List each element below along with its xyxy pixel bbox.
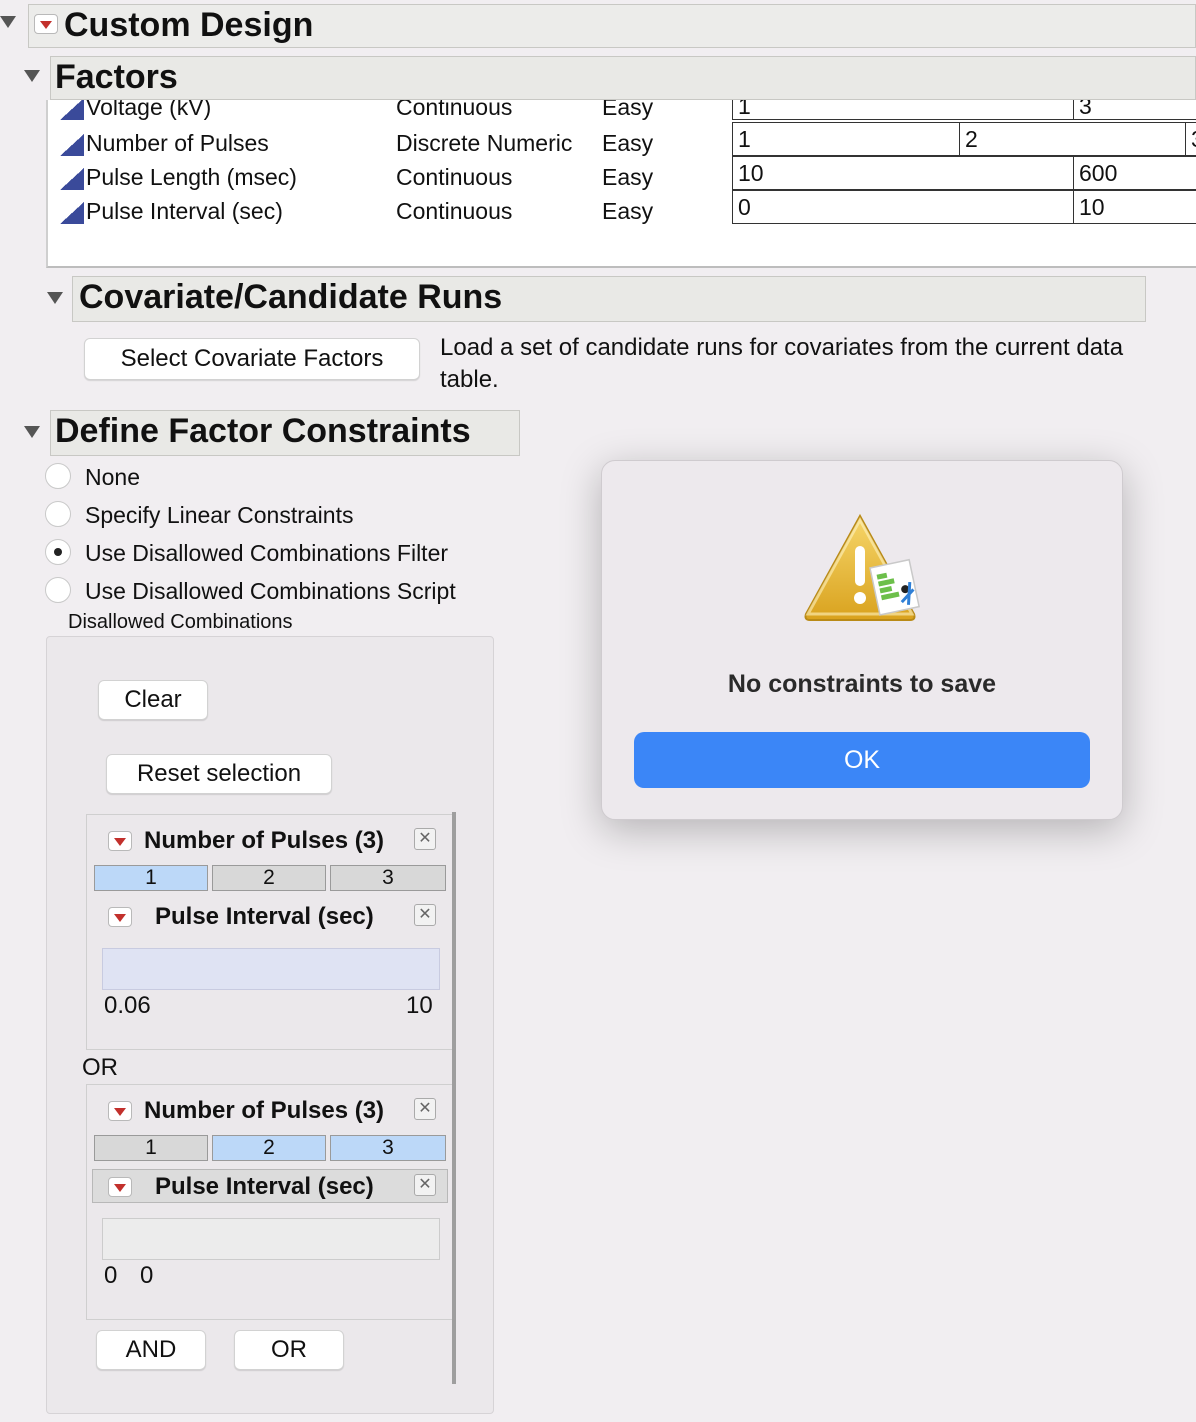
pulse-interval-filter-title: Pulse Interval (sec) bbox=[155, 903, 374, 930]
factors-title: Factors bbox=[55, 58, 178, 96]
factor-role: Continuous bbox=[396, 164, 513, 190]
factor-changes: Easy bbox=[602, 198, 654, 224]
alert-message: No constraints to save bbox=[727, 670, 997, 698]
factor-name[interactable]: Pulse Interval (sec) bbox=[86, 198, 283, 225]
radio-none[interactable] bbox=[45, 463, 71, 489]
custom-design-title: Custom Design bbox=[64, 6, 314, 44]
level-button-3[interactable]: 3 bbox=[330, 865, 446, 891]
pulse-interval-range-slider[interactable] bbox=[102, 1218, 440, 1260]
radio-linear-constraints[interactable] bbox=[45, 501, 71, 527]
factor-value-cell[interactable]: 3 bbox=[1185, 122, 1196, 156]
radio-disallowed-filter[interactable] bbox=[45, 539, 71, 565]
level-button-3[interactable]: 3 bbox=[330, 1135, 446, 1161]
factor-value-cell[interactable]: 10 bbox=[732, 156, 1074, 190]
factor-value-cell[interactable]: 1 bbox=[732, 100, 1074, 120]
factor-role: Discrete Numeric bbox=[396, 130, 573, 156]
covariate-description: Load a set of candidate runs for covaria… bbox=[440, 334, 1124, 393]
clear-button[interactable]: Clear bbox=[98, 680, 208, 720]
covariate-disclosure-icon[interactable] bbox=[47, 292, 63, 304]
radio-disallowed-script[interactable] bbox=[45, 577, 71, 603]
remove-filter-close-icon[interactable]: ✕ bbox=[414, 828, 436, 850]
radio-disallowed-script-label: Use Disallowed Combinations Script bbox=[85, 578, 456, 604]
factors-table: Voltage (kV) Continuous Easy 1 3 Number … bbox=[46, 100, 1196, 268]
factors-header bbox=[50, 56, 1196, 100]
level-button-2[interactable]: 2 bbox=[212, 1135, 326, 1161]
factor-changes: Easy bbox=[602, 100, 654, 120]
number-of-pulses-filter-title: Number of Pulses (3) bbox=[144, 1097, 385, 1124]
continuous-factor-icon bbox=[60, 100, 84, 120]
pulse-interval-filter-title: Pulse Interval (sec) bbox=[155, 1173, 374, 1200]
and-button[interactable]: AND bbox=[96, 1330, 206, 1370]
radio-linear-constraints-label: Specify Linear Constraints bbox=[85, 502, 354, 528]
factor-changes: Easy bbox=[602, 130, 654, 156]
continuous-factor-icon bbox=[60, 202, 84, 224]
number-of-pulses-menu-icon[interactable] bbox=[108, 831, 132, 851]
level-button-1[interactable]: 1 bbox=[94, 865, 208, 891]
factor-value-cell[interactable]: 2 bbox=[959, 122, 1186, 156]
constraints-disclosure-icon[interactable] bbox=[24, 426, 40, 438]
continuous-factor-icon bbox=[60, 168, 84, 190]
factor-name[interactable]: Pulse Length (msec) bbox=[86, 164, 297, 191]
discrete-factor-icon bbox=[60, 134, 84, 156]
radio-none-label: None bbox=[85, 464, 140, 490]
filter-scrollbar[interactable] bbox=[452, 812, 456, 1384]
factor-value-cell[interactable]: 600 bbox=[1073, 156, 1196, 190]
select-covariate-factors-button[interactable]: Select Covariate Factors bbox=[84, 338, 420, 380]
ok-button[interactable]: OK bbox=[634, 732, 1090, 788]
range-min-value[interactable]: 0 bbox=[104, 1262, 117, 1290]
or-separator: OR bbox=[82, 1054, 118, 1081]
factor-changes: Easy bbox=[602, 164, 654, 190]
number-of-pulses-filter-title: Number of Pulses (3) bbox=[144, 827, 385, 854]
factor-role: Continuous bbox=[396, 198, 513, 224]
level-button-1[interactable]: 1 bbox=[94, 1135, 208, 1161]
factor-name[interactable]: Number of Pulses bbox=[86, 130, 269, 157]
custom-design-menu-icon[interactable] bbox=[34, 14, 58, 34]
range-min-value[interactable]: 0.06 bbox=[104, 992, 151, 1020]
range-max-value[interactable]: 10 bbox=[406, 992, 433, 1020]
factors-disclosure-icon[interactable] bbox=[24, 70, 40, 82]
reset-selection-button[interactable]: Reset selection bbox=[106, 754, 332, 794]
custom-design-disclosure-icon[interactable] bbox=[0, 16, 16, 28]
factor-name[interactable]: Voltage (kV) bbox=[86, 100, 211, 121]
number-of-pulses-menu-icon[interactable] bbox=[108, 1101, 132, 1121]
level-button-2[interactable]: 2 bbox=[212, 865, 326, 891]
range-max-value[interactable]: 0 bbox=[140, 1262, 153, 1290]
disallowed-combinations-label: Disallowed Combinations bbox=[68, 611, 293, 633]
remove-filter-close-icon[interactable]: ✕ bbox=[414, 1098, 436, 1120]
or-button[interactable]: OR bbox=[234, 1330, 344, 1370]
factor-value-cell[interactable]: 0 bbox=[732, 190, 1074, 224]
radio-disallowed-filter-label: Use Disallowed Combinations Filter bbox=[85, 540, 449, 566]
factor-role: Continuous bbox=[396, 100, 513, 120]
pulse-interval-range-slider[interactable] bbox=[102, 948, 440, 990]
pulse-interval-menu-icon[interactable] bbox=[108, 1177, 132, 1197]
remove-filter-close-icon[interactable]: ✕ bbox=[414, 904, 436, 926]
factor-value-cell[interactable]: 3 bbox=[1073, 100, 1196, 120]
factor-value-cell[interactable]: 10 bbox=[1073, 190, 1196, 224]
remove-filter-close-icon[interactable]: ✕ bbox=[414, 1174, 436, 1196]
pulse-interval-menu-icon[interactable] bbox=[108, 907, 132, 927]
covariate-title: Covariate/Candidate Runs bbox=[79, 278, 503, 316]
constraints-title: Define Factor Constraints bbox=[55, 412, 471, 450]
factor-value-cell[interactable]: 1 bbox=[732, 122, 960, 156]
warning-app-icon bbox=[804, 513, 920, 621]
